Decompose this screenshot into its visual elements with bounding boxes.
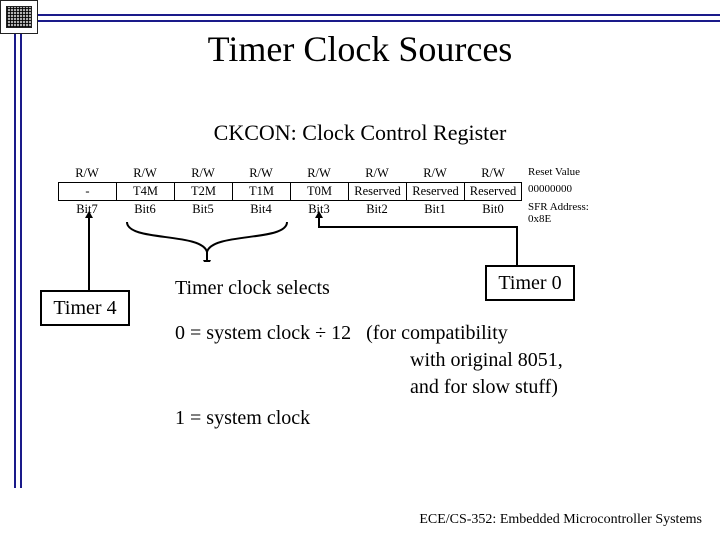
footer-text: ECE/CS-352: Embedded Microcontroller Sys… — [419, 512, 702, 528]
name-bit4: T1M — [232, 182, 290, 201]
rw-bit4: R/W — [232, 165, 290, 182]
timer0-label-box: Timer 0 — [485, 265, 575, 301]
brace-icon — [122, 222, 292, 262]
mode0-line1: 0 = system clock ÷ 12 (for compatibility — [175, 320, 508, 347]
bitnum-0: Bit0 — [464, 201, 522, 226]
register-rw-row: R/W R/W R/W R/W R/W R/W R/W R/W Reset Va… — [58, 165, 675, 182]
timer4-arrow-line — [88, 216, 90, 290]
timer0-arrow-head — [315, 211, 323, 218]
sfr-addr-label: SFR Address: — [528, 201, 589, 213]
register-table: R/W R/W R/W R/W R/W R/W R/W R/W Reset Va… — [58, 165, 675, 226]
rw-bit3: R/W — [290, 165, 348, 182]
timer4-label: Timer 4 — [53, 297, 116, 320]
name-bit2: Reserved — [348, 182, 406, 201]
rw-bit7: R/W — [58, 165, 116, 182]
rw-bit5: R/W — [174, 165, 232, 182]
name-bit5: T2M — [174, 182, 232, 201]
rw-bit1: R/W — [406, 165, 464, 182]
clock-selects-text: Timer clock selects — [175, 275, 330, 302]
bitnum-2: Bit2 — [348, 201, 406, 226]
timer4-label-box: Timer 4 — [40, 290, 130, 326]
mode0-line3: and for slow stuff) — [410, 374, 558, 401]
name-bit7: - — [58, 182, 116, 201]
name-bit0: Reserved — [464, 182, 522, 201]
chip-icon — [0, 0, 38, 34]
name-bit3: T0M — [290, 182, 348, 201]
register-name-row: - T4M T2M T1M T0M Reserved Reserved Rese… — [58, 182, 675, 201]
rw-bit6: R/W — [116, 165, 174, 182]
mode1-line: 1 = system clock — [175, 405, 310, 432]
name-bit6: T4M — [116, 182, 174, 201]
slide-subtitle: CKCON: Clock Control Register — [0, 120, 720, 146]
reset-value-label: Reset Value — [522, 165, 597, 182]
name-bit1: Reserved — [406, 182, 464, 201]
mode0-line2: with original 8051, — [410, 347, 563, 374]
slide-title: Timer Clock Sources — [0, 28, 720, 70]
sfr-addr-value: 0x8E — [528, 213, 551, 225]
reset-value: 00000000 — [522, 182, 597, 201]
rw-bit2: R/W — [348, 165, 406, 182]
bitnum-1: Bit1 — [406, 201, 464, 226]
timer0-arrow-v2 — [516, 226, 518, 266]
timer4-arrow-head — [85, 211, 93, 218]
rw-bit0: R/W — [464, 165, 522, 182]
timer0-label: Timer 0 — [498, 272, 561, 295]
timer0-arrow-h — [318, 226, 518, 228]
